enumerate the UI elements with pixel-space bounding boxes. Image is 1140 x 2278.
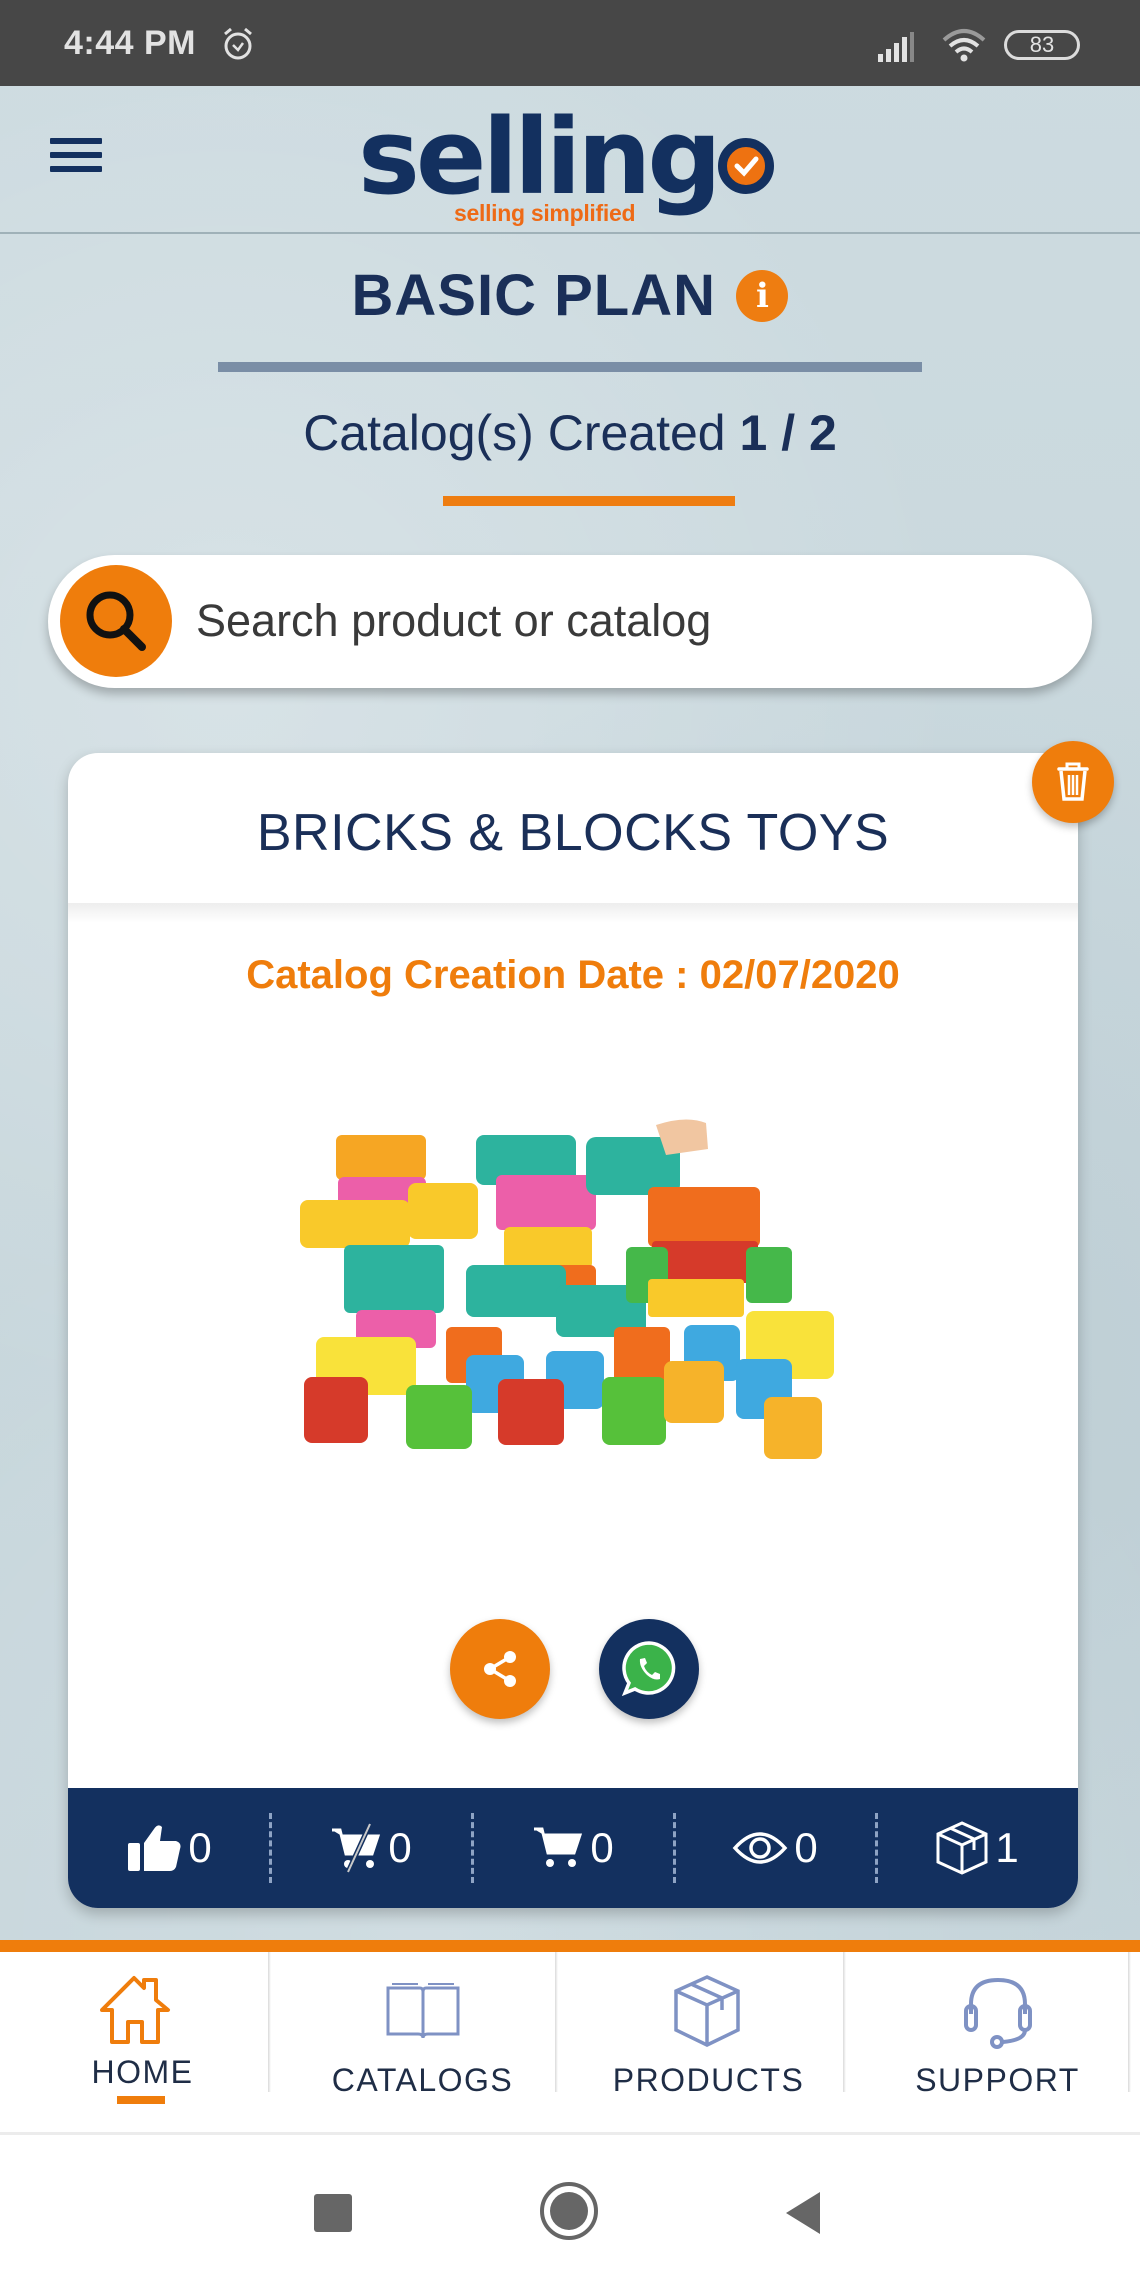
stat-products[interactable]: 1	[876, 1788, 1078, 1908]
home-icon	[100, 1976, 170, 2044]
plan-divider	[218, 362, 922, 372]
cart-remove-icon	[332, 1822, 381, 1874]
stat-views-value: 0	[794, 1824, 818, 1871]
catalog-count-underline	[443, 496, 735, 506]
toy-blocks-illustration	[300, 1119, 834, 1459]
search-icon	[86, 591, 146, 651]
catalog-count: Catalog(s) Created 1 / 2	[0, 404, 1140, 462]
stat-views[interactable]: 0	[674, 1788, 876, 1908]
catalog-creation-date: Catalog Creation Date : 02/07/2020	[246, 953, 900, 997]
stat-products-value: 1	[995, 1824, 1019, 1871]
catalog-image[interactable]	[296, 1115, 856, 1465]
battery-indicator: 83	[1004, 30, 1080, 60]
search-bar	[48, 555, 1092, 688]
hamburger-menu-icon[interactable]	[50, 138, 106, 182]
info-icon[interactable]: i	[736, 269, 789, 322]
box-icon	[936, 1821, 988, 1875]
stat-cart-removed-value: 0	[388, 1824, 412, 1871]
nav-item-support[interactable]: SUPPORT	[855, 1952, 1140, 2132]
headset-icon	[964, 1977, 1032, 2049]
stat-likes[interactable]: 0	[68, 1788, 270, 1908]
eye-icon	[732, 1832, 788, 1864]
search-button[interactable]	[60, 565, 172, 677]
nav-label-home: HOME	[91, 2054, 194, 2090]
nav-label-support: SUPPORT	[915, 2062, 1080, 2098]
nav-separator	[555, 1952, 558, 2092]
nav-separator	[1128, 1952, 1131, 2092]
thumbs-up-icon	[128, 1825, 181, 1871]
logo-check-icon	[718, 138, 774, 194]
status-time: 4:44 PM	[64, 24, 196, 62]
system-home-button[interactable]	[540, 2182, 598, 2240]
nav-item-catalogs[interactable]: CATALOGS	[280, 1952, 565, 2132]
book-icon	[386, 1983, 460, 2039]
whatsapp-icon	[621, 1641, 676, 1697]
box-icon	[674, 1975, 740, 2047]
logo-tagline: selling simplified	[454, 200, 636, 226]
nav-separator	[268, 1952, 271, 2092]
catalog-title[interactable]: BRICKS & BLOCKS TOYS	[68, 803, 1078, 863]
stat-cart-added-value: 0	[590, 1824, 614, 1871]
plan-title: BASIC PLAN i	[0, 262, 1140, 329]
bottom-nav: HOME CATALOGS PRODUCTS SUPPORT	[0, 1952, 1140, 2132]
catalog-card[interactable]: BRICKS & BLOCKS TOYS Catalog Creation Da…	[68, 753, 1078, 1908]
signal-icon	[878, 32, 914, 62]
status-bar: 4:44 PM 83	[0, 0, 1140, 86]
card-divider	[68, 903, 1078, 923]
nav-active-indicator	[117, 2096, 165, 2104]
recents-button[interactable]	[314, 2194, 352, 2232]
nav-item-home[interactable]: HOME	[0, 1952, 285, 2132]
catalog-count-label: Catalog(s) Created	[303, 405, 726, 461]
sellingo-logo: selling selling simplified	[358, 96, 788, 228]
share-icon	[484, 1651, 516, 1687]
search-input[interactable]	[196, 583, 1056, 659]
catalog-count-value: 1 / 2	[739, 405, 837, 461]
stat-cart-removed[interactable]: 0	[270, 1788, 472, 1908]
stat-cart-added[interactable]: 0	[472, 1788, 674, 1908]
plan-name: BASIC PLAN	[351, 263, 716, 328]
stat-likes-value: 0	[188, 1824, 212, 1871]
back-button[interactable]	[786, 2192, 820, 2234]
nav-label-products: PRODUCTS	[612, 2062, 805, 2098]
share-button[interactable]	[450, 1619, 550, 1719]
nav-item-products[interactable]: PRODUCTS	[566, 1952, 851, 2132]
nav-label-catalogs: CATALOGS	[331, 2062, 514, 2098]
alarm-icon	[224, 27, 252, 60]
whatsapp-button[interactable]	[599, 1619, 699, 1719]
nav-separator	[843, 1952, 846, 2092]
trash-icon	[1057, 762, 1089, 801]
bottom-nav-accent-line	[0, 1940, 1140, 1952]
wifi-icon	[942, 29, 986, 62]
delete-catalog-button[interactable]	[1032, 741, 1114, 823]
catalog-stats-bar: 0 0 0 0 1	[68, 1788, 1078, 1908]
cart-icon	[534, 1827, 583, 1867]
